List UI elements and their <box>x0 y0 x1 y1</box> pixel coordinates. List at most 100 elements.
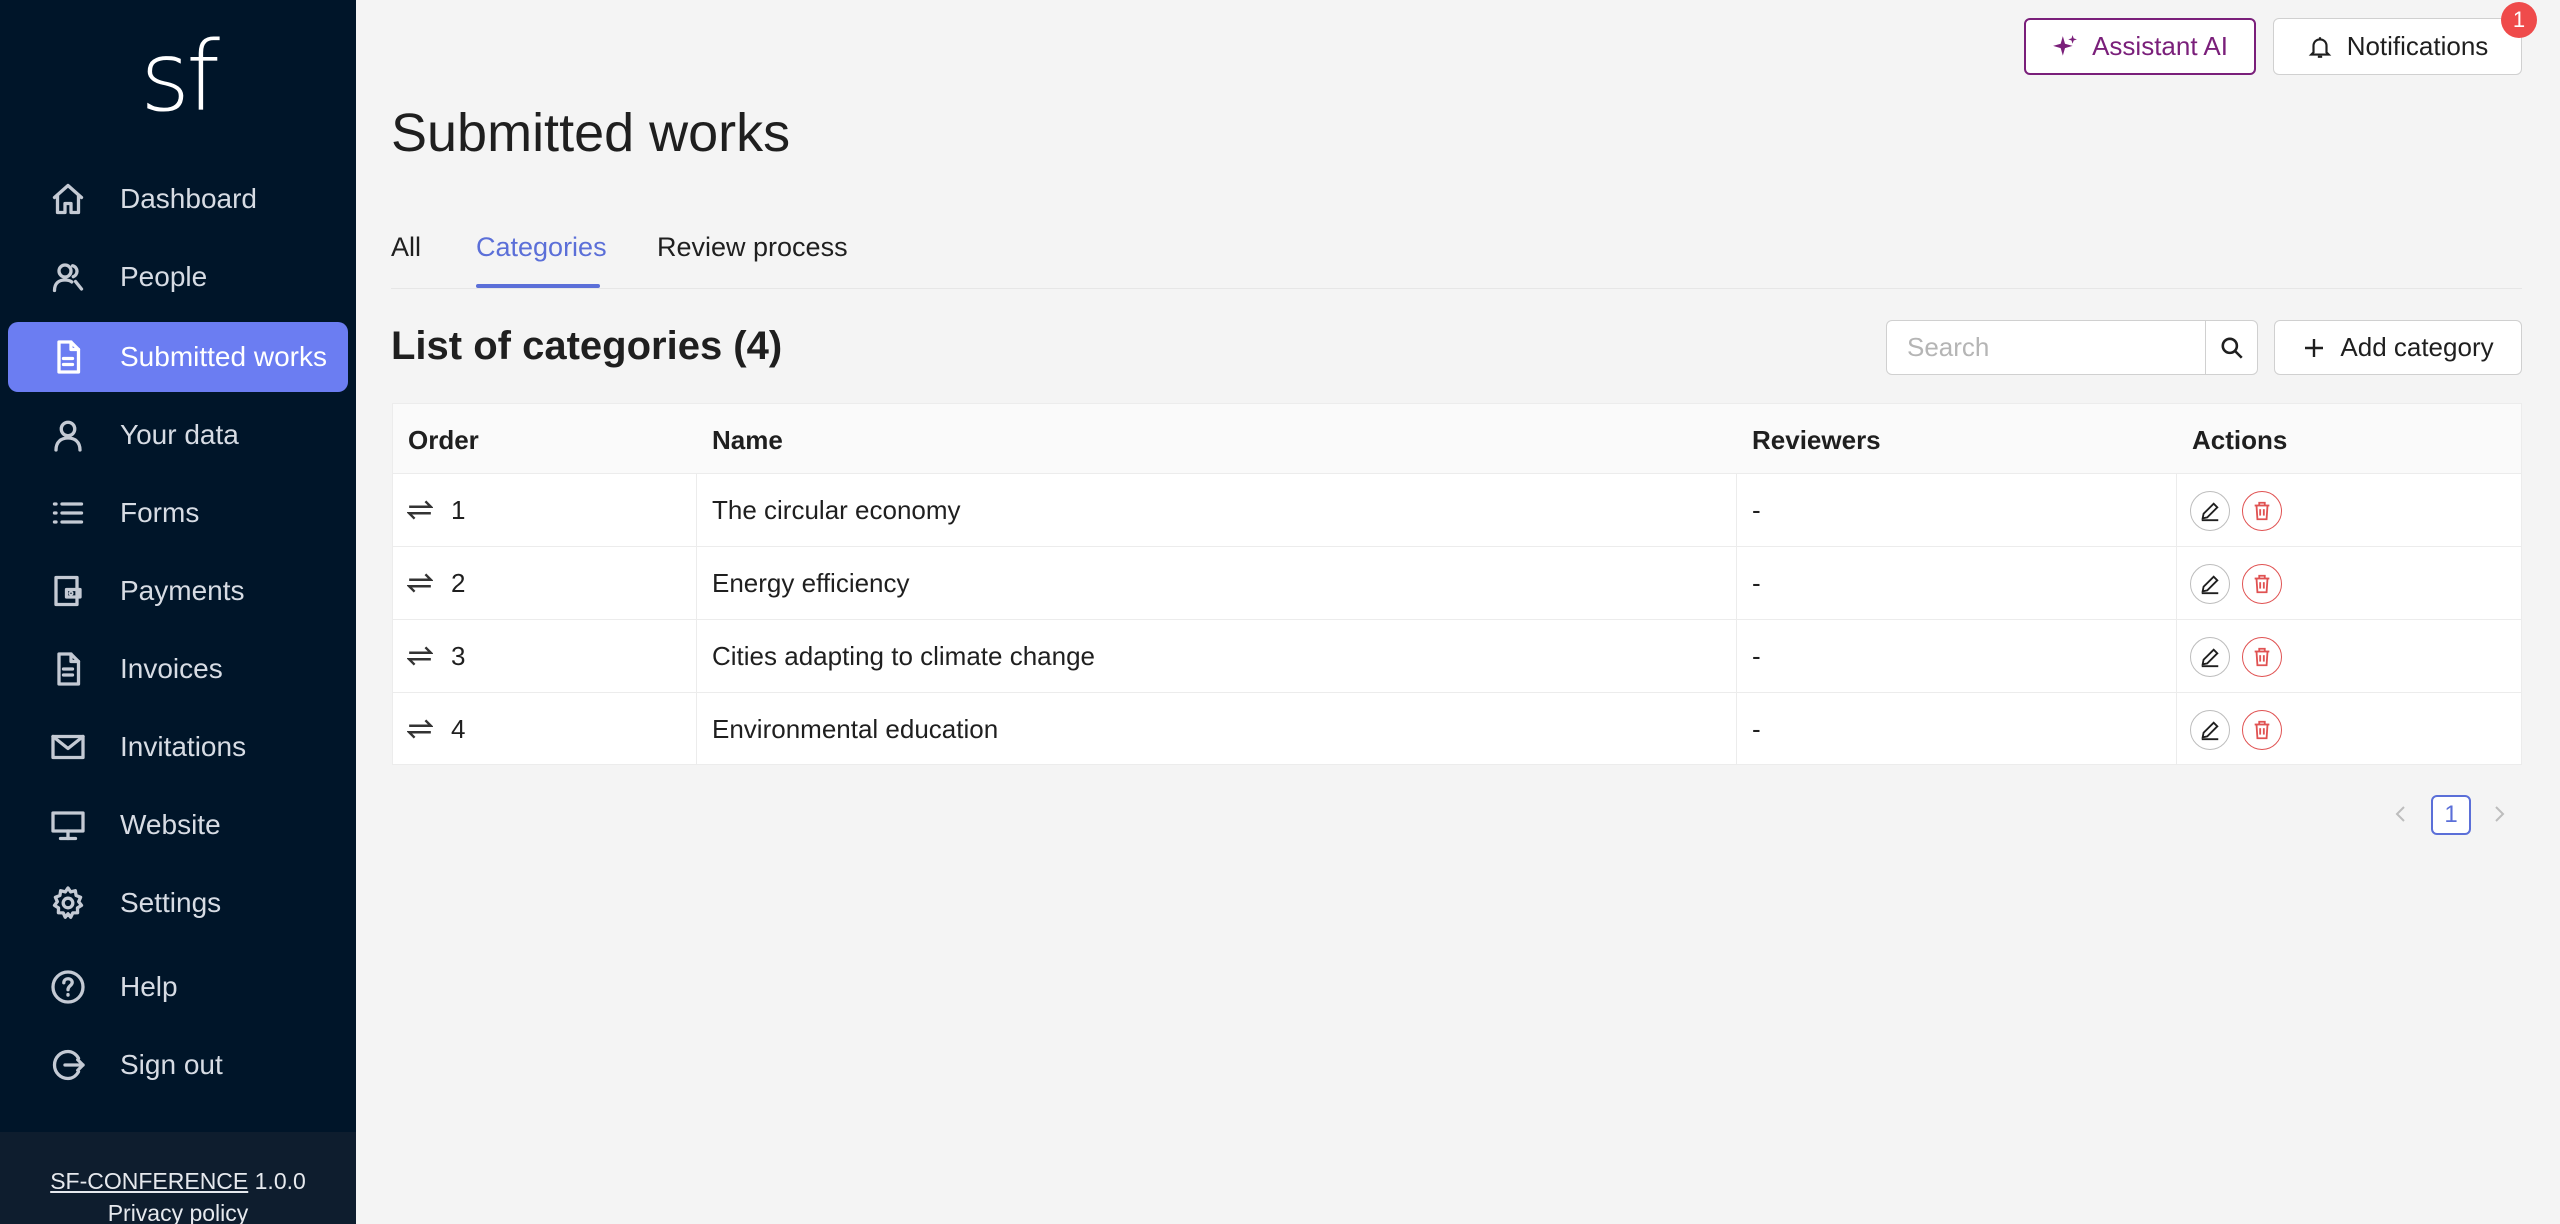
notifications-label: Notifications <box>2346 31 2489 61</box>
order-cell: 1 <box>451 495 466 525</box>
reviewers-cell: - <box>1752 641 1761 671</box>
mail-icon <box>50 729 86 765</box>
invoice-icon <box>50 651 86 687</box>
order-cell: 2 <box>451 568 466 598</box>
edit-button[interactable] <box>2190 491 2230 531</box>
drag-handle-icon[interactable] <box>406 642 434 670</box>
tab-categories[interactable]: Categories <box>476 230 607 264</box>
sidebar-item-label: People <box>120 261 208 292</box>
name-cell: Environmental education <box>712 714 999 744</box>
add-category-label: Add category <box>2340 332 2494 362</box>
sidebar: sf Dashboard People Submitted works Your… <box>0 0 356 1224</box>
chevron-left-icon <box>2395 806 2405 822</box>
sidebar-item-payments[interactable]: Payments <box>8 556 348 626</box>
pagination-page[interactable]: 1 <box>2431 795 2471 835</box>
reviewers-cell: - <box>1752 568 1761 598</box>
categories-table: Order Name Reviewers Actions 1 The circu… <box>392 403 2522 765</box>
tabs-divider <box>391 288 2522 289</box>
search-box <box>1886 320 2258 375</box>
delete-button[interactable] <box>2242 491 2282 531</box>
table-row: 3 Cities adapting to climate change - <box>393 620 2521 693</box>
notifications-button[interactable]: Notifications <box>2273 18 2522 75</box>
column-header-actions: Actions <box>2192 425 2288 455</box>
tab-all[interactable]: All <box>391 230 421 264</box>
list-icon <box>50 495 86 531</box>
sidebar-item-invoices[interactable]: Invoices <box>8 634 348 704</box>
chevron-right-icon <box>2495 806 2505 822</box>
name-cell: Cities adapting to climate change <box>712 641 1096 671</box>
edit-icon <box>2201 648 2219 668</box>
table-row: 4 Environmental education - <box>393 693 2521 766</box>
drag-handle-icon[interactable] <box>406 569 434 597</box>
sidebar-item-dashboard[interactable]: Dashboard <box>8 164 348 234</box>
search-button[interactable] <box>2205 321 2258 374</box>
sidebar-item-submitted-works[interactable]: Submitted works <box>8 322 348 392</box>
name-cell: Energy efficiency <box>712 568 910 598</box>
sidebar-item-label: Website <box>120 809 221 840</box>
reviewers-cell: - <box>1752 495 1761 525</box>
help-icon <box>50 969 86 1005</box>
sidebar-item-people[interactable]: People <box>8 242 348 312</box>
sidebar-item-label: Invitations <box>120 731 247 762</box>
sidebar-item-label: Help <box>120 971 178 1002</box>
trash-icon <box>2254 647 2270 667</box>
delete-button[interactable] <box>2242 710 2282 750</box>
drag-handle-icon[interactable] <box>406 715 434 743</box>
app-logo[interactable]: sf <box>0 22 356 132</box>
sidebar-item-invitations[interactable]: Invitations <box>8 712 348 782</box>
edit-button[interactable] <box>2190 564 2230 604</box>
drag-handle-icon[interactable] <box>406 496 434 524</box>
edit-icon <box>2201 502 2219 522</box>
wallet-icon <box>50 573 86 609</box>
sidebar-item-label: Invoices <box>120 653 223 684</box>
sidebar-item-settings[interactable]: Settings <box>8 868 348 938</box>
sidebar-item-label: Dashboard <box>120 183 257 214</box>
name-cell: The circular economy <box>712 495 961 525</box>
pagination-prev-button[interactable] <box>2386 794 2416 834</box>
sidebar-item-label: Forms <box>120 497 200 528</box>
sidebar-footer: SF-CONFERENCE 1.0.0 Privacy policy <box>0 1132 356 1224</box>
column-header-reviewers[interactable]: Reviewers <box>1752 424 1881 456</box>
bell-icon <box>2308 36 2331 58</box>
pagination-next-button[interactable] <box>2484 794 2514 834</box>
page-title: Submitted works <box>391 103 791 163</box>
people-icon <box>50 259 86 295</box>
gear-icon <box>50 885 86 921</box>
order-cell: 3 <box>451 641 466 671</box>
edit-icon <box>2201 575 2219 595</box>
delete-button[interactable] <box>2242 564 2282 604</box>
sidebar-item-help[interactable]: Help <box>8 952 348 1022</box>
sign-out-icon <box>50 1047 86 1083</box>
column-header-order[interactable]: Order <box>408 424 479 456</box>
trash-icon <box>2254 574 2270 594</box>
edit-button[interactable] <box>2190 710 2230 750</box>
document-icon <box>50 339 86 375</box>
assistant-ai-button[interactable]: Assistant AI <box>2024 18 2256 75</box>
assistant-ai-label: Assistant AI <box>2092 31 2228 61</box>
sidebar-item-sign-out[interactable]: Sign out <box>8 1030 348 1100</box>
privacy-policy-link[interactable]: Privacy policy <box>0 1200 356 1224</box>
add-category-button[interactable]: Add category <box>2274 320 2522 375</box>
reviewers-cell: - <box>1752 714 1761 744</box>
table-header: Order Name Reviewers Actions <box>393 404 2521 474</box>
sidebar-item-label: Payments <box>120 575 245 606</box>
delete-button[interactable] <box>2242 637 2282 677</box>
user-icon <box>50 417 86 453</box>
table-row: 1 The circular economy - <box>393 474 2521 547</box>
edit-button[interactable] <box>2190 637 2230 677</box>
app-version-line: SF-CONFERENCE 1.0.0 <box>0 1168 356 1195</box>
sidebar-item-label: Your data <box>120 419 239 450</box>
sidebar-item-your-data[interactable]: Your data <box>8 400 348 470</box>
edit-icon <box>2201 721 2219 741</box>
table-row: 2 Energy efficiency - <box>393 547 2521 620</box>
sidebar-item-label: Submitted works <box>120 341 327 372</box>
column-header-name[interactable]: Name <box>712 424 783 456</box>
sidebar-item-website[interactable]: Website <box>8 790 348 860</box>
tab-review-process[interactable]: Review process <box>657 230 848 264</box>
app-brand-link[interactable]: SF-CONFERENCE <box>50 1168 248 1194</box>
sidebar-item-forms[interactable]: Forms <box>8 478 348 548</box>
app-version: 1.0.0 <box>254 1168 306 1194</box>
trash-icon <box>2254 501 2270 521</box>
sparkle-icon <box>2053 34 2077 56</box>
search-input[interactable] <box>1887 321 2205 374</box>
